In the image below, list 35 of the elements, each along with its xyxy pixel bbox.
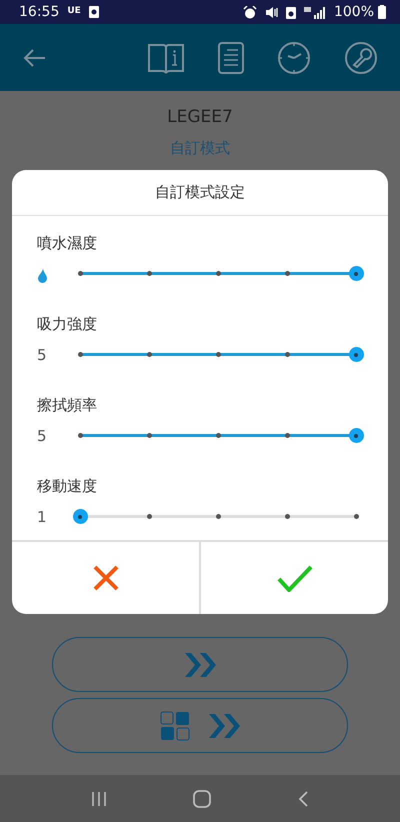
- mode-label: 自訂模式: [170, 138, 230, 158]
- document-icon[interactable]: [218, 42, 244, 74]
- slider-label: 吸力強度: [37, 315, 97, 333]
- slider-value: 1: [37, 508, 47, 526]
- slider-thumb[interactable]: [348, 347, 364, 362]
- slider-value: 5: [37, 426, 47, 445]
- device-name: LEGEE7: [167, 106, 233, 129]
- clock-icon[interactable]: [277, 40, 311, 74]
- double-chevron-icon: [184, 652, 216, 678]
- carrier-label: UE: [67, 5, 81, 18]
- checkmark-icon: [276, 564, 312, 592]
- book-info-icon[interactable]: [147, 42, 185, 74]
- recent-apps-icon[interactable]: [91, 790, 107, 806]
- close-icon: [92, 564, 120, 592]
- slider-thumb[interactable]: [72, 509, 88, 524]
- slider-value: 5: [37, 346, 47, 364]
- water-drop-icon: [37, 266, 47, 283]
- notification-icon: [88, 6, 99, 18]
- alarm-icon: [242, 6, 257, 18]
- mute-icon: [264, 6, 278, 18]
- dialog-title: 自訂模式設定: [155, 182, 245, 204]
- slider-label: 移動速度: [37, 477, 97, 495]
- slider-label: 擦拭頻率: [37, 396, 97, 414]
- slider-thumb[interactable]: [348, 266, 364, 281]
- signal-icon: [304, 6, 326, 18]
- battery-level: 100%: [334, 2, 374, 22]
- back-icon[interactable]: [297, 790, 309, 806]
- slider-label: 噴水濕度: [37, 234, 97, 252]
- home-icon[interactable]: [193, 790, 211, 808]
- status-time: 16:55: [19, 2, 60, 22]
- grid-icon: [160, 710, 190, 740]
- back-arrow-icon[interactable]: [22, 48, 46, 68]
- battery-icon: [378, 5, 386, 19]
- double-chevron-icon: [208, 712, 240, 738]
- slider-thumb[interactable]: [348, 428, 364, 443]
